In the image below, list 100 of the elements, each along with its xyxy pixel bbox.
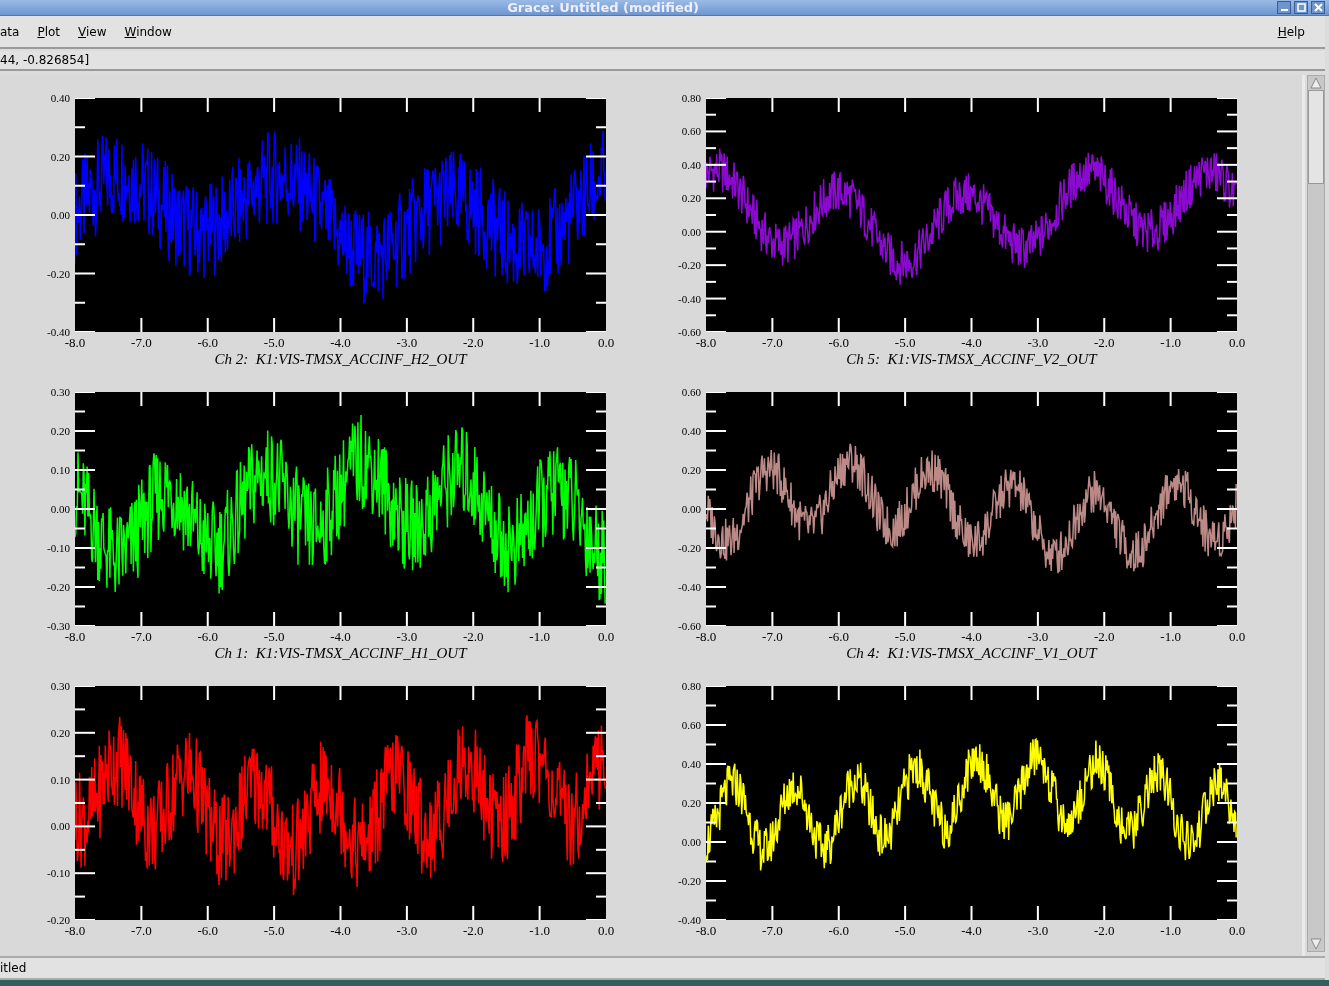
x-tick-label: -4.0 bbox=[329, 630, 352, 644]
x-tick-label: -2.0 bbox=[461, 924, 485, 938]
plot-title: Ch 1: K1:VIS-TMSX_ACCINF_H1_OUT bbox=[214, 645, 467, 661]
x-tick-label: -4.0 bbox=[329, 924, 352, 938]
x-tick-label: -1.0 bbox=[1159, 630, 1182, 644]
x-tick-label: -7.0 bbox=[761, 924, 784, 938]
y-tick-label: 0.40 bbox=[681, 158, 701, 171]
x-tick-label: -3.0 bbox=[1026, 924, 1050, 938]
x-tick-label: 0.0 bbox=[596, 336, 616, 350]
y-tick-label: -0.20 bbox=[47, 581, 70, 593]
x-tick-label: -2.0 bbox=[1092, 924, 1116, 938]
scrollbar-thumb[interactable] bbox=[1308, 90, 1324, 184]
y-tick-label: -0.60 bbox=[678, 325, 701, 338]
status-text: itled bbox=[0, 961, 27, 975]
x-tick-label: -4.0 bbox=[960, 630, 983, 644]
x-tick-label: -7.0 bbox=[130, 630, 153, 644]
plot-title: Ch 5: K1:VIS-TMSX_ACCINF_V2_OUT bbox=[846, 351, 1097, 367]
y-tick-label: 0.00 bbox=[681, 836, 701, 848]
menu-item[interactable]: Plot bbox=[37, 24, 61, 39]
y-tick-label: 0.00 bbox=[50, 209, 70, 221]
x-tick-label: 0.0 bbox=[1227, 630, 1247, 644]
x-tick-label: -8.0 bbox=[64, 630, 87, 644]
y-tick-label: 0.60 bbox=[681, 386, 701, 398]
x-tick-label: -2.0 bbox=[1092, 336, 1116, 350]
x-tick-label: -5.0 bbox=[262, 630, 286, 644]
y-tick-label: 0.00 bbox=[681, 503, 701, 515]
y-tick-label: 0.20 bbox=[681, 192, 701, 205]
minimize-button[interactable] bbox=[1277, 1, 1291, 14]
y-tick-label: -0.20 bbox=[47, 914, 70, 926]
y-tick-label: 0.00 bbox=[50, 503, 70, 515]
menu-item[interactable]: ata bbox=[0, 24, 20, 39]
menu-item[interactable]: Help bbox=[1277, 24, 1305, 39]
window-title: Grace: Untitled (modified) bbox=[507, 0, 699, 15]
y-tick-label: 0.20 bbox=[681, 464, 701, 476]
x-tick-label: -6.0 bbox=[827, 630, 851, 644]
x-tick-label: -8.0 bbox=[695, 630, 718, 644]
x-tick-label: -4.0 bbox=[960, 336, 983, 350]
y-tick-label: -0.20 bbox=[678, 875, 701, 887]
x-tick-label: -8.0 bbox=[695, 336, 718, 350]
x-tick-label: -6.0 bbox=[196, 630, 220, 644]
x-tick-label: -2.0 bbox=[461, 336, 485, 350]
y-tick-label: -0.60 bbox=[678, 620, 701, 632]
y-tick-label: -0.20 bbox=[678, 542, 701, 554]
vertical-scrollbar[interactable] bbox=[1307, 75, 1325, 952]
x-tick-label: -7.0 bbox=[130, 924, 153, 938]
y-tick-label: -0.20 bbox=[47, 267, 70, 280]
y-tick-label: -0.10 bbox=[47, 542, 70, 554]
close-button[interactable] bbox=[1311, 1, 1325, 14]
y-tick-label: -0.30 bbox=[47, 620, 70, 632]
x-tick-label: -3.0 bbox=[1026, 630, 1050, 644]
scroll-down-icon[interactable] bbox=[1308, 937, 1324, 951]
x-tick-label: -4.0 bbox=[960, 924, 983, 938]
x-tick-label: -1.0 bbox=[1159, 336, 1182, 350]
y-tick-label: 0.20 bbox=[50, 150, 70, 163]
x-tick-label: 0.0 bbox=[596, 630, 616, 644]
y-tick-label: -0.20 bbox=[678, 259, 701, 272]
y-tick-label: 0.20 bbox=[50, 425, 70, 437]
x-tick-label: -8.0 bbox=[64, 336, 87, 350]
x-tick-label: -6.0 bbox=[827, 336, 851, 350]
x-tick-label: -8.0 bbox=[64, 924, 87, 938]
plot-title: Ch 4: K1:VIS-TMSX_ACCINF_V1_OUT bbox=[846, 645, 1097, 661]
x-tick-label: -6.0 bbox=[196, 336, 220, 350]
menu-item[interactable]: Window bbox=[124, 24, 172, 39]
x-tick-label: 0.0 bbox=[1227, 336, 1247, 350]
x-tick-label: -3.0 bbox=[395, 924, 419, 938]
maximize-button[interactable] bbox=[1294, 1, 1308, 14]
y-tick-label: 0.20 bbox=[681, 797, 701, 809]
x-tick-label: -5.0 bbox=[893, 924, 917, 938]
y-tick-label: 0.40 bbox=[681, 758, 701, 770]
menu-item[interactable]: View bbox=[78, 24, 107, 39]
y-tick-label: 0.80 bbox=[681, 680, 701, 692]
x-tick-label: -7.0 bbox=[130, 336, 153, 350]
locator-text: 44, -0.826854] bbox=[0, 53, 90, 67]
x-tick-label: -1.0 bbox=[1159, 924, 1182, 938]
x-tick-label: -2.0 bbox=[1092, 630, 1116, 644]
y-tick-label: 0.30 bbox=[50, 386, 70, 398]
y-tick-label: -0.40 bbox=[678, 292, 701, 305]
x-tick-label: -6.0 bbox=[827, 924, 851, 938]
y-tick-label: -0.40 bbox=[678, 581, 701, 593]
x-tick-label: -5.0 bbox=[262, 924, 286, 938]
close-icon bbox=[1313, 3, 1323, 12]
y-tick-label: 0.00 bbox=[50, 820, 70, 833]
y-tick-label: 0.10 bbox=[50, 773, 70, 786]
y-tick-label: 0.30 bbox=[50, 680, 70, 692]
x-tick-label: -5.0 bbox=[262, 336, 286, 350]
x-tick-label: -3.0 bbox=[1026, 336, 1050, 350]
x-tick-label: 0.0 bbox=[596, 924, 616, 938]
y-tick-label: 0.10 bbox=[50, 464, 70, 476]
x-tick-label: -3.0 bbox=[395, 336, 419, 350]
y-tick-label: -0.40 bbox=[678, 914, 701, 926]
x-tick-label: -1.0 bbox=[528, 924, 551, 938]
plot-title: Ch 2: K1:VIS-TMSX_ACCINF_H2_OUT bbox=[214, 351, 467, 367]
y-tick-label: 0.40 bbox=[681, 425, 701, 437]
y-tick-label: -0.40 bbox=[47, 326, 70, 338]
y-tick-label: 0.40 bbox=[50, 92, 70, 104]
x-tick-label: -8.0 bbox=[695, 924, 718, 938]
x-tick-label: -1.0 bbox=[528, 336, 551, 350]
maximize-icon bbox=[1296, 3, 1306, 12]
y-tick-label: -0.10 bbox=[47, 867, 70, 880]
x-tick-label: -6.0 bbox=[196, 924, 220, 938]
